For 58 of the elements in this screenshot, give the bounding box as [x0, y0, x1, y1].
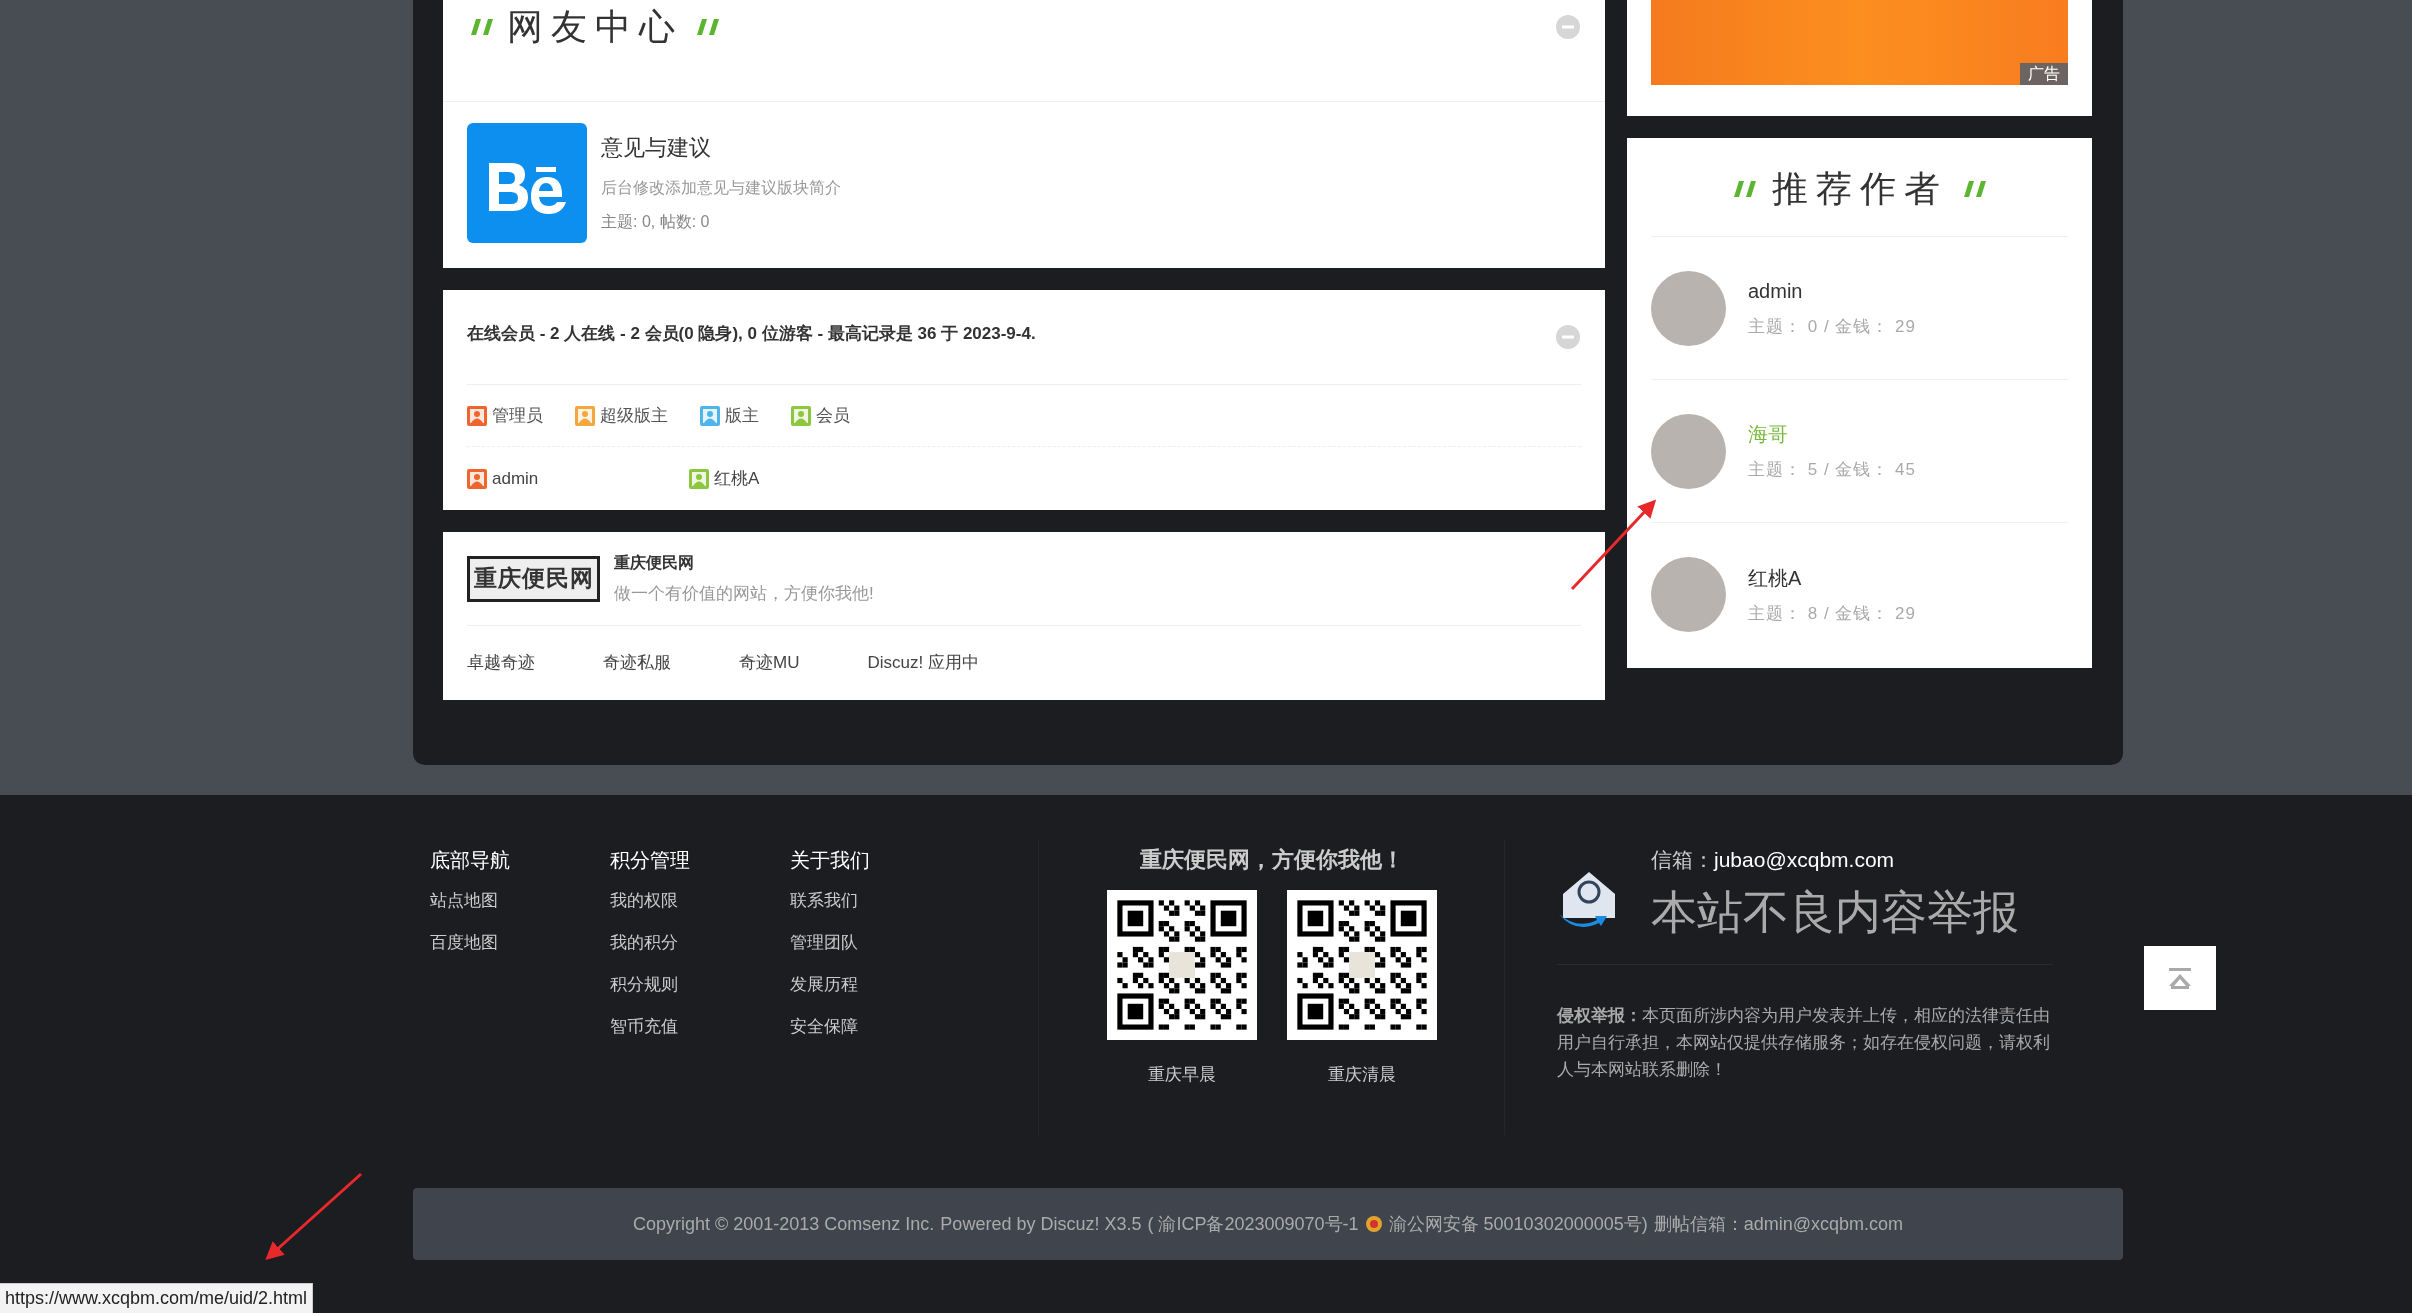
- site-description: 做一个有价值的网站，方便你我他!: [614, 582, 874, 605]
- contact-email: 删帖信箱：admin@xcqbm.com: [1653, 1212, 1904, 1236]
- footer-link[interactable]: 我的积分: [610, 922, 790, 964]
- site-name[interactable]: 重庆便民网: [614, 550, 874, 575]
- user-group-label: 管理员: [492, 404, 543, 427]
- footer-link[interactable]: 管理团队: [790, 922, 970, 964]
- forum-stats: 主题: 0, 帖数: 0: [601, 212, 711, 232]
- collapse-icon[interactable]: [1555, 324, 1581, 350]
- ad-label: 广告: [2020, 63, 2068, 85]
- friend-link[interactable]: 奇迹MU: [739, 650, 800, 676]
- online-summary: 在线会员 - 2 人在线 - 2 会员(0 隐身), 0 位游客 - 最高记录是 36 于 2023-9-4.: [467, 323, 1036, 346]
- user-group-label: 超级版主: [600, 404, 668, 427]
- powered-by-link[interactable]: Powered by Discuz! X3.5: [940, 1210, 1142, 1238]
- section-title: 推荐作者: [1771, 167, 1948, 211]
- user-group-label: 版主: [725, 404, 759, 427]
- author-stats: 主题： 0 / 金钱： 29: [1748, 316, 1916, 339]
- report-notice: 侵权举报：本页面所涉内容为用户发表并上传，相应的法律责任由用户自行承担，本网站仅提供存储服务；如存在侵权问题，请权利人与本网站联系删除！: [1557, 1005, 2051, 1081]
- section-title: 网友中心: [507, 5, 683, 49]
- footer-link[interactable]: 站点地图: [430, 880, 610, 922]
- status-bar-url: https://www.xcqbm.com/me/uid/2.html: [5, 1287, 308, 1310]
- footer-heading: 积分管理: [610, 848, 691, 873]
- police-badge-icon: [1364, 1215, 1383, 1233]
- footer-heading: 关于我们: [790, 848, 871, 873]
- author-name[interactable]: admin: [1748, 276, 1916, 307]
- friend-link[interactable]: Discuz! 应用中: [867, 650, 979, 676]
- police-record-link[interactable]: 渝公网安备 50010302000005号): [1388, 1210, 1648, 1238]
- user-group-label: 会员: [816, 404, 850, 427]
- report-email-link[interactable]: jubao@xcqbm.com: [1714, 840, 1895, 880]
- author-stats: 主题： 8 / 金钱： 29: [1748, 602, 1916, 625]
- copyright-text: Copyright © 2001-2013 Comsenz Inc.: [632, 1212, 935, 1236]
- footer-slogan: 重庆便民网，方便你我他！: [1139, 846, 1404, 874]
- footer-heading: 底部导航: [430, 848, 511, 873]
- footer-link[interactable]: 联系我们: [790, 880, 970, 922]
- ad-banner-photo[interactable]: 广告: [1651, 0, 2068, 85]
- site-logo[interactable]: 重庆便民网: [467, 555, 600, 602]
- footer-link[interactable]: 积分规则: [610, 964, 790, 1006]
- friend-link[interactable]: 卓越奇迹: [467, 650, 535, 676]
- forum-icon[interactable]: [467, 123, 587, 243]
- email-label: 信箱：: [1651, 847, 1714, 873]
- footer-link[interactable]: 百度地图: [430, 922, 610, 964]
- friend-link[interactable]: 奇迹私服: [603, 650, 671, 676]
- member-link[interactable]: admin: [492, 465, 539, 492]
- report-title: 本站不良内容举报: [1651, 885, 2019, 940]
- member-link[interactable]: 红桃A: [714, 465, 760, 492]
- back-to-top-button[interactable]: [2144, 946, 2216, 1010]
- footer-link[interactable]: 智币充值: [610, 1006, 790, 1048]
- qr-code-label: 重庆清晨: [1327, 1064, 1396, 1086]
- author-stats: 主题： 5 / 金钱： 45: [1748, 459, 1916, 482]
- footer-link[interactable]: 发展历程: [790, 964, 970, 1006]
- author-name[interactable]: 红桃A: [1748, 562, 1916, 593]
- footer-link[interactable]: 安全保障: [790, 1006, 970, 1048]
- forum-name[interactable]: 意见与建议: [601, 131, 841, 164]
- collapse-icon[interactable]: [1555, 14, 1581, 40]
- qr-code-label: 重庆早晨: [1147, 1064, 1216, 1086]
- footer-link[interactable]: 我的权限: [610, 880, 790, 922]
- back-to-top-icon: [2167, 967, 2193, 989]
- forum-description: 后台修改添加意见与建议版块简介: [601, 178, 841, 198]
- icp-link[interactable]: ( 渝ICP备2023009070号-1: [1147, 1210, 1359, 1238]
